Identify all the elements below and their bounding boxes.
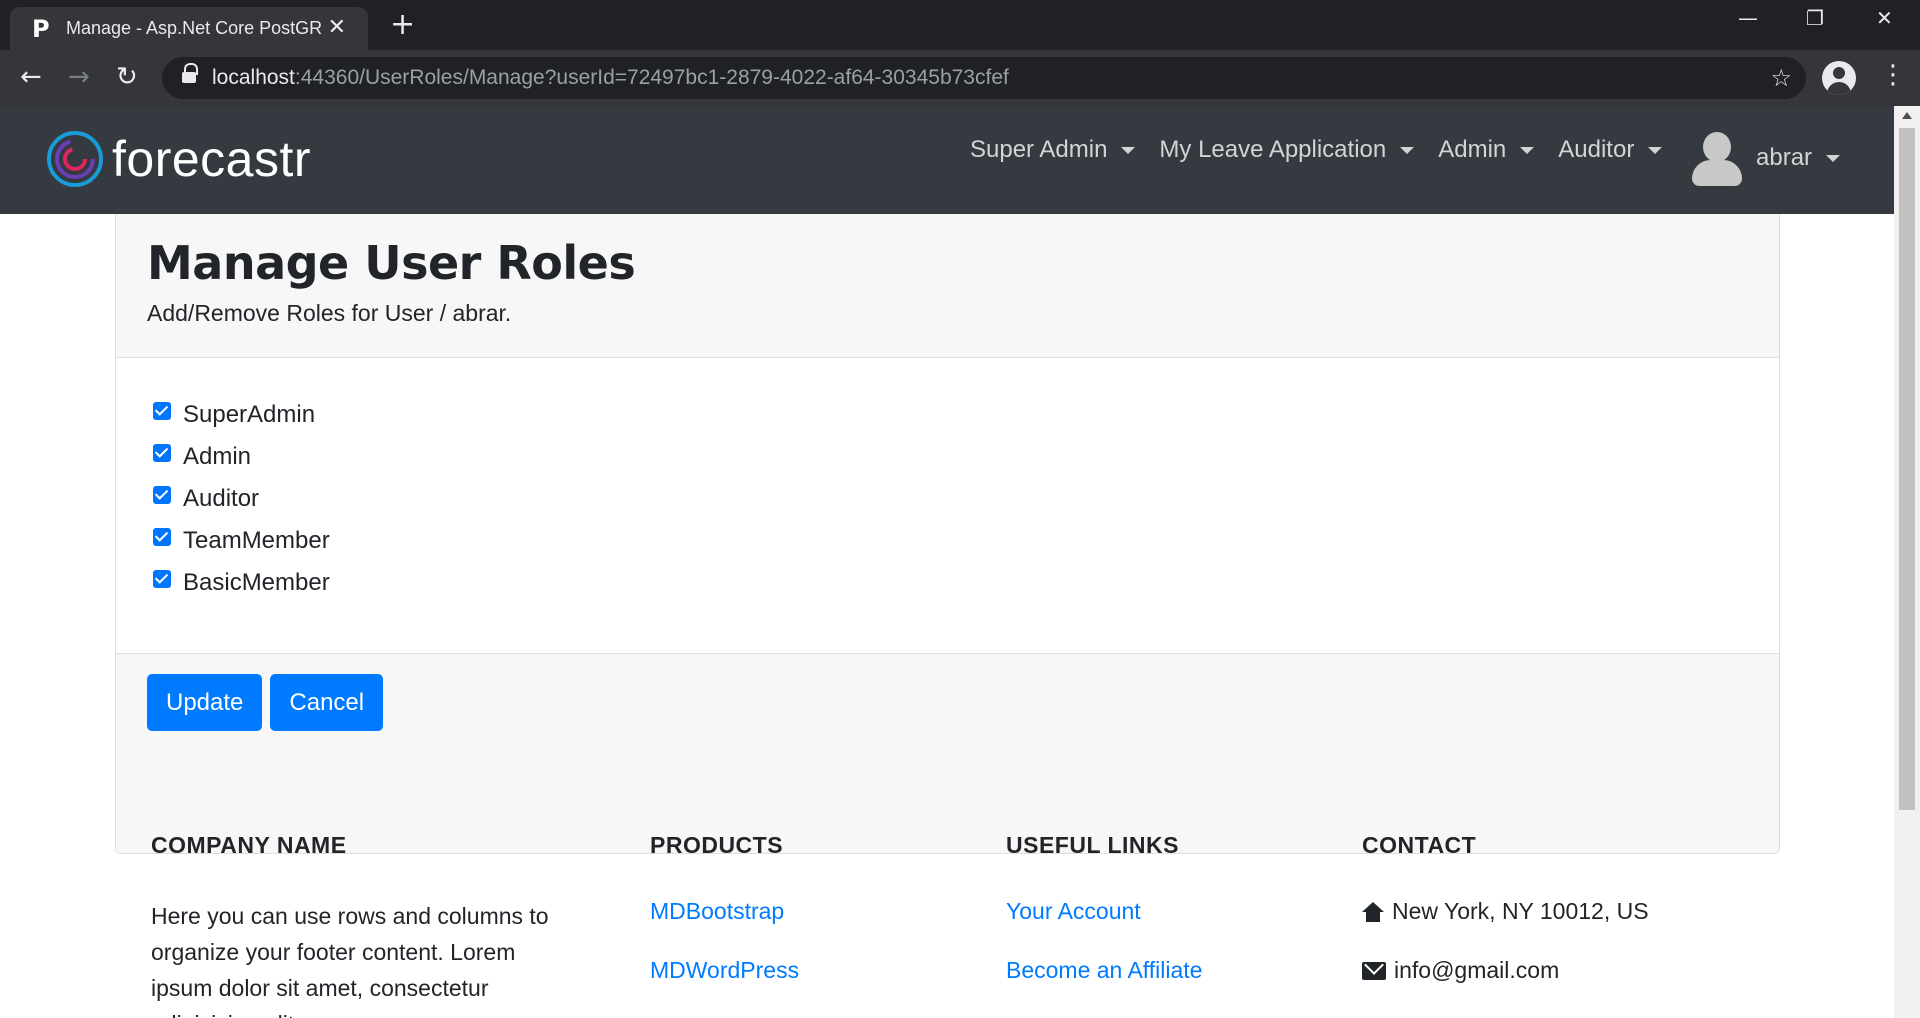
role-checkbox[interactable]	[153, 570, 171, 588]
role-item-admin: Admin	[153, 436, 1779, 478]
back-arrow-icon[interactable]: ←	[20, 62, 42, 92]
bookmark-star-icon[interactable]: ☆	[1770, 64, 1792, 92]
user-name: abrar	[1756, 144, 1813, 171]
role-item-teammember: TeamMember	[153, 520, 1779, 562]
role-checkbox[interactable]	[153, 528, 171, 546]
nav-item-label: Super Admin	[970, 136, 1108, 163]
page-subtitle: Add/Remove Roles for User / abrar.	[147, 300, 512, 326]
nav-my-leave-application-dropdown[interactable]: My Leave Application	[1159, 136, 1415, 164]
page-scrollbar[interactable]	[1894, 106, 1920, 1018]
caret-down-icon	[1520, 146, 1535, 154]
nav-item-label: Auditor	[1558, 136, 1635, 163]
forward-arrow-icon[interactable]: →	[68, 62, 90, 92]
role-checkbox[interactable]	[153, 402, 171, 420]
profile-icon[interactable]	[1822, 61, 1856, 95]
role-item-basicmember: BasicMember	[153, 562, 1779, 604]
user-dropdown[interactable]: abrar	[1690, 130, 1841, 186]
brand-link[interactable]: forecastr	[46, 130, 311, 188]
footer-products: PRODUCTS MDBootstrap MDWordPress	[650, 832, 799, 984]
nav-item-label: Admin	[1438, 136, 1507, 163]
caret-down-icon	[1826, 154, 1841, 162]
footer-link-mdwordpress[interactable]: MDWordPress	[650, 957, 799, 984]
minimize-icon[interactable]: —	[1738, 6, 1758, 30]
nav-super-admin-dropdown[interactable]: Super Admin	[970, 136, 1136, 164]
role-label: Auditor	[183, 485, 260, 512]
cancel-button[interactable]: Cancel	[270, 674, 384, 731]
footer-link-mdbootstrap[interactable]: MDBootstrap	[650, 898, 799, 925]
footer-contact: CONTACT New York, NY 10012, US info@gmai…	[1362, 832, 1649, 984]
envelope-icon	[1362, 961, 1386, 980]
role-checkbox[interactable]	[153, 486, 171, 504]
footer-useful-links: USEFUL LINKS Your Account Become an Affi…	[1006, 832, 1202, 984]
role-checkbox[interactable]	[153, 444, 171, 462]
footer-link-your-account[interactable]: Your Account	[1006, 898, 1202, 925]
footer-link-become-affiliate[interactable]: Become an Affiliate	[1006, 957, 1202, 984]
footer-heading: USEFUL LINKS	[1006, 832, 1179, 858]
footer-heading: PRODUCTS	[650, 832, 784, 858]
browser-toolbar: ← → ↻ localhost:44360/UserRoles/Manage?u…	[0, 50, 1920, 106]
lock-icon[interactable]	[182, 63, 198, 85]
caret-down-icon	[1400, 146, 1415, 154]
url-text: localhost:44360/UserRoles/Manage?userId=…	[212, 66, 1009, 89]
tab-title: Manage - Asp.Net Core PostGRE	[66, 18, 322, 38]
contact-address-text: New York, NY 10012, US	[1392, 898, 1649, 924]
scroll-up-arrow-icon[interactable]	[1902, 112, 1912, 119]
card-footer: Update Cancel	[116, 653, 1779, 853]
reload-icon[interactable]: ↻	[116, 62, 138, 92]
avatar	[1690, 130, 1744, 186]
nav-admin-dropdown[interactable]: Admin	[1438, 136, 1535, 164]
card-header: Manage User Roles Add/Remove Roles for U…	[116, 214, 1779, 358]
browser-menu-icon[interactable]: ⋮	[1880, 60, 1906, 90]
update-button[interactable]: Update	[147, 674, 263, 731]
restore-icon[interactable]: ❐	[1806, 6, 1824, 30]
footer-heading: COMPANY NAME	[151, 832, 347, 858]
browser-tab-bar: P Manage - Asp.Net Core PostGRE ✕ + — ❐ …	[0, 0, 1920, 50]
app-navbar: forecastr Super Admin My Leave Applicati…	[0, 106, 1894, 214]
caret-down-icon	[1121, 146, 1136, 154]
contact-address: New York, NY 10012, US	[1362, 898, 1649, 925]
home-icon	[1362, 901, 1384, 922]
scrollbar-thumb[interactable]	[1899, 128, 1915, 810]
role-label: Admin	[183, 443, 252, 470]
role-label: BasicMember	[183, 569, 330, 596]
contact-email-text: info@gmail.com	[1394, 957, 1560, 983]
role-item-auditor: Auditor	[153, 478, 1779, 520]
contact-email: info@gmail.com	[1362, 957, 1649, 984]
nav-menu: Super Admin My Leave Application Admin A…	[970, 136, 1686, 164]
roles-list: SuperAdmin Admin Auditor TeamMember Basi…	[116, 358, 1779, 653]
tab-favicon-icon: P	[32, 14, 50, 43]
footer-company-text: Here you can use rows and columns to org…	[151, 903, 549, 1018]
nav-item-label: My Leave Application	[1159, 136, 1387, 163]
footer-company: COMPANY NAME Here you can use rows and c…	[151, 832, 561, 1018]
role-item-superadmin: SuperAdmin	[153, 394, 1779, 436]
window-close-icon[interactable]: ✕	[1876, 6, 1893, 30]
forecastr-logo-icon	[47, 131, 103, 187]
tab-close-icon[interactable]: ✕	[328, 17, 346, 39]
role-label: SuperAdmin	[183, 401, 316, 428]
page-title: Manage User Roles	[147, 236, 636, 290]
address-bar[interactable]: localhost:44360/UserRoles/Manage?userId=…	[162, 57, 1806, 99]
nav-auditor-dropdown[interactable]: Auditor	[1558, 136, 1663, 164]
caret-down-icon	[1648, 146, 1663, 154]
browser-tab[interactable]: P Manage - Asp.Net Core PostGRE ✕	[10, 7, 368, 50]
new-tab-icon[interactable]: +	[390, 10, 415, 40]
page-viewport: forecastr Super Admin My Leave Applicati…	[0, 106, 1920, 1018]
brand-name: forecastr	[112, 131, 312, 187]
role-label: TeamMember	[183, 527, 330, 554]
footer-heading: CONTACT	[1362, 832, 1477, 858]
manage-roles-card: Manage User Roles Add/Remove Roles for U…	[115, 214, 1780, 854]
